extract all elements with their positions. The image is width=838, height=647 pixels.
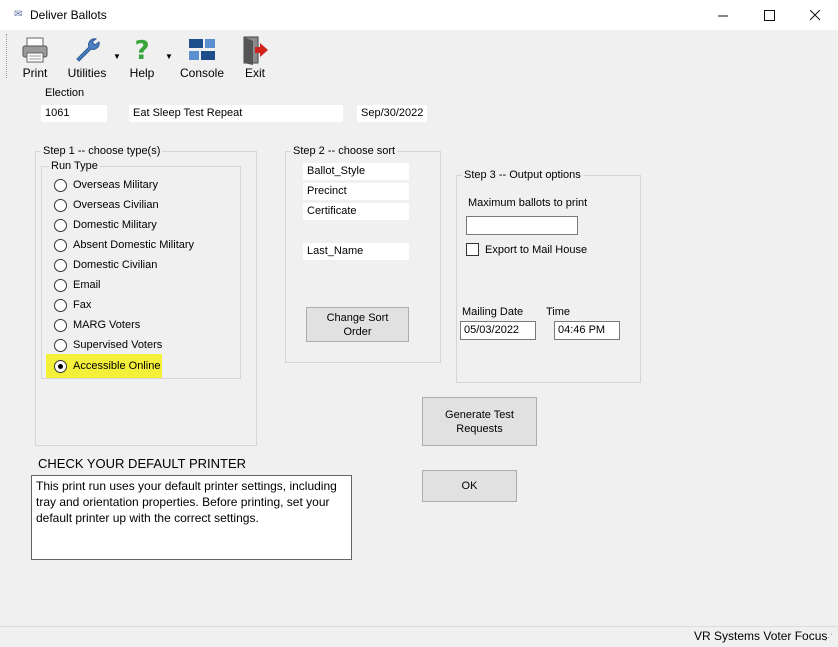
step2-title: Step 2 -- choose sort [291,145,398,157]
printer-message: This print run uses your default printer… [36,479,337,525]
election-date-field: Sep/30/2022 [357,105,427,122]
radio-domestic-civilian[interactable]: Domestic Civilian [54,256,157,274]
radio-button[interactable] [54,218,67,232]
radio-marg-voters[interactable]: MARG Voters [54,316,140,334]
radio-button[interactable] [54,278,67,292]
radio-label: Overseas Military [73,179,158,191]
close-icon [809,9,820,20]
help-icon: ? [125,34,159,66]
radio-label: Domestic Civilian [73,259,158,271]
radio-button[interactable] [54,298,67,312]
election-number-field: 1061 [41,105,107,122]
max-ballots-label: Maximum ballots to print [468,197,588,209]
generate-test-requests-button[interactable]: Generate Test Requests [422,397,537,446]
exit-door-icon [238,34,272,66]
mailing-date-input[interactable] [460,321,536,340]
radio-label: Absent Domestic Military [73,239,195,251]
radio-label: Overseas Civilian [73,199,159,211]
generate-test-requests-label: Generate Test Requests [445,408,514,435]
radio-button[interactable] [54,198,67,212]
time-input[interactable] [554,321,620,340]
close-button[interactable] [792,0,838,30]
max-ballots-input[interactable] [466,216,578,235]
help-button[interactable]: ? Help [126,34,158,84]
printer-heading: CHECK YOUR DEFAULT PRINTER [38,456,247,471]
printer-message-box: This print run uses your default printer… [31,475,352,560]
radio-button-selected[interactable] [54,359,67,373]
export-mail-house-checkbox[interactable] [466,243,479,256]
console-button[interactable]: Console [178,34,226,84]
radio-label: MARG Voters [73,319,141,331]
step1-title: Step 1 -- choose type(s) [41,145,163,157]
sort-field-last-name[interactable]: Last_Name [303,243,409,260]
print-button[interactable]: Print [18,34,52,84]
step3-title: Step 3 -- Output options [462,169,583,181]
mailing-date-label: Mailing Date [462,306,524,318]
election-label: Election [45,87,85,99]
radio-button[interactable] [54,258,67,272]
election-name-field: Eat Sleep Test Repeat [129,105,343,122]
wrench-icon [70,34,104,66]
radio-supervised-voters[interactable]: Supervised Voters [54,336,162,354]
help-label: Help [129,66,155,80]
svg-text:?: ? [134,36,149,65]
console-icon [185,34,219,66]
toolbar-grip [6,34,8,78]
export-mail-house-checkbox-row[interactable]: Export to Mail House [466,243,587,256]
resize-grip-icon[interactable]: ⋰ [824,632,833,643]
export-mail-house-label: Export to Mail House [485,243,588,256]
radio-email[interactable]: Email [54,276,101,294]
change-sort-order-label: Change Sort Order [326,311,389,338]
ok-label: OK [461,480,478,492]
app-icon: ✉ [14,9,23,20]
maximize-icon [763,9,775,21]
utilities-button[interactable]: Utilities [64,34,110,84]
console-label: Console [179,66,225,80]
radio-domestic-military[interactable]: Domestic Military [54,216,157,234]
run-type-label: Run Type [49,160,100,172]
utilities-label: Utilities [67,66,107,80]
radio-fax[interactable]: Fax [54,296,91,314]
radio-accessible-online[interactable]: Accessible Online [46,354,163,378]
radio-label: Domestic Military [73,219,157,231]
sort-field-precinct[interactable]: Precinct [303,183,409,200]
radio-button[interactable] [54,238,67,252]
printer-icon [18,34,52,66]
exit-button[interactable]: Exit [238,34,272,84]
change-sort-order-button[interactable]: Change Sort Order [306,307,409,342]
print-label: Print [22,66,48,80]
radio-absent-domestic-military[interactable]: Absent Domestic Military [54,236,194,254]
radio-button[interactable] [54,338,67,352]
minimize-button[interactable] [700,0,746,30]
utilities-dropdown-icon[interactable]: ▼ [113,52,121,61]
radio-button[interactable] [54,178,67,192]
exit-label: Exit [244,66,265,80]
help-dropdown-icon[interactable]: ▼ [165,52,173,61]
radio-overseas-civilian[interactable]: Overseas Civilian [54,196,159,214]
sort-field-ballot-style[interactable]: Ballot_Style [303,163,409,180]
time-label: Time [546,306,571,318]
radio-label: Accessible Online [73,360,161,372]
maximize-button[interactable] [746,0,792,30]
radio-label: Supervised Voters [73,339,163,351]
status-bar-text: VR Systems Voter Focus [694,629,828,643]
radio-label: Fax [73,299,92,311]
sort-field-certificate[interactable]: Certificate [303,203,409,220]
radio-overseas-military[interactable]: Overseas Military [54,176,158,194]
radio-button[interactable] [54,318,67,332]
minimize-icon [717,15,728,16]
window-title: Deliver Ballots [30,8,107,22]
ok-button[interactable]: OK [422,470,517,502]
radio-label: Email [73,279,101,291]
